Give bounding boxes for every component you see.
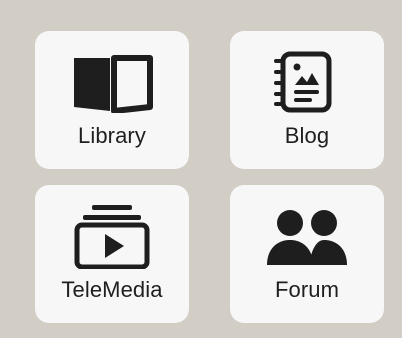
- tile-label: Library: [78, 123, 146, 148]
- book-open-icon: [35, 49, 189, 115]
- notebook-icon: [230, 49, 384, 115]
- blog-tile[interactable]: Blog: [230, 31, 384, 169]
- tile-label: TeleMedia: [61, 277, 163, 302]
- tile-label: Blog: [284, 123, 330, 148]
- telemedia-tile[interactable]: TeleMedia: [35, 185, 189, 323]
- forum-tile[interactable]: Forum: [230, 185, 384, 323]
- app-launcher-panel: Library Blog TeleMedia Forum: [0, 0, 402, 338]
- video-library-icon: [35, 203, 189, 269]
- tile-label: Forum: [274, 277, 340, 302]
- users-icon: [230, 203, 384, 269]
- library-tile[interactable]: Library: [35, 31, 189, 169]
